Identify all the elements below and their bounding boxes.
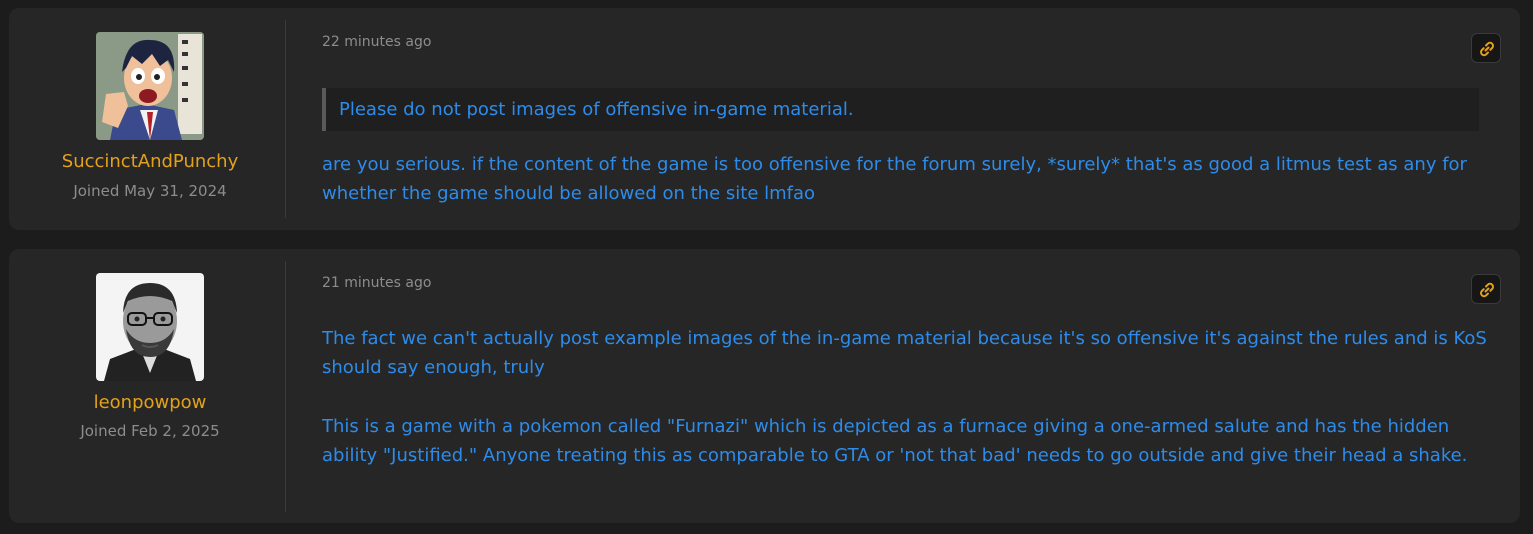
post-paragraph: This is a game with a pokemon called "Fu… (322, 416, 1468, 466)
join-date: Joined May 31, 2024 (73, 182, 227, 200)
join-date: Joined Feb 2, 2025 (80, 422, 220, 440)
forum-post: SuccinctAndPunchy Joined May 31, 2024 22… (9, 8, 1520, 230)
username-link[interactable]: leonpowpow (9, 392, 291, 413)
forum-post: leonpowpow Joined Feb 2, 2025 21 minutes… (9, 249, 1520, 523)
user-avatar[interactable] (96, 32, 204, 140)
column-divider (285, 261, 286, 512)
grayscale-portrait-avatar (96, 273, 204, 381)
post-paragraph: The fact we can't actually post example … (322, 328, 1487, 378)
blockquote: Please do not post images of offensive i… (322, 88, 1479, 131)
anime-character-avatar (96, 32, 204, 140)
username-link[interactable]: SuccinctAndPunchy (9, 151, 291, 172)
column-divider (285, 20, 286, 218)
post-timestamp[interactable]: 21 minutes ago (322, 275, 431, 291)
user-avatar[interactable] (96, 273, 204, 381)
permalink-button[interactable] (1471, 274, 1501, 304)
link-icon (1480, 282, 1494, 298)
post-timestamp[interactable]: 22 minutes ago (322, 34, 431, 50)
link-icon (1480, 41, 1494, 57)
post-paragraph: are you serious. if the content of the g… (322, 154, 1467, 204)
permalink-button[interactable] (1471, 33, 1501, 63)
